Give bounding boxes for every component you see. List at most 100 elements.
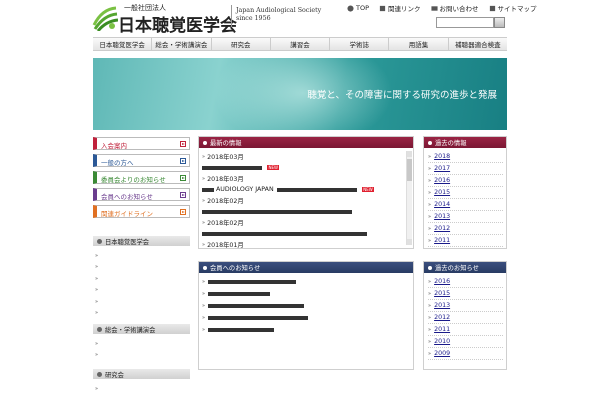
toplink-links[interactable]: 関連リンク (379, 3, 421, 13)
year-link[interactable]: 2012 (434, 225, 450, 232)
sidebar-link[interactable]: » (95, 350, 190, 362)
chevron-right-icon: » (428, 225, 432, 232)
news-title (202, 209, 352, 214)
sidebar-button-label: 入会案内 (101, 142, 127, 150)
chevron-right-icon: » (428, 153, 432, 160)
toplink-contact[interactable]: お問い合わせ (430, 3, 479, 13)
news-scrollbar[interactable] (406, 151, 412, 245)
member-news-item[interactable]: » (202, 288, 407, 300)
scroll-down-icon[interactable] (407, 239, 412, 245)
sidebar-section-society: 日本聴覚医学会 (93, 236, 190, 246)
sidebar-link[interactable]: » (95, 273, 190, 285)
year-item[interactable]: » 2009 (428, 348, 503, 360)
sidebar-link[interactable]: » (95, 308, 190, 320)
year-link[interactable]: 2014 (434, 201, 450, 208)
sidebar-button-guidelines[interactable]: 関連ガイドライン (93, 205, 190, 218)
nav-item-study-group[interactable]: 研究会 (212, 38, 271, 50)
year-link[interactable]: 2015 (434, 290, 450, 297)
scrollbar-thumb[interactable] (407, 159, 412, 181)
member-news-title (208, 292, 271, 296)
sidebar-section-congress: 総会・学術講演会 (93, 324, 190, 334)
chevron-right-icon: » (202, 327, 206, 333)
toplink-sitemap[interactable]: サイトマップ (489, 3, 537, 13)
news-date-text: 2018年03月 (207, 176, 244, 183)
year-link[interactable]: 2015 (434, 189, 450, 196)
sidebar-link[interactable]: » (95, 285, 190, 297)
top-icon (347, 4, 354, 12)
sidebar-section-title: 日本聴覚医学会 (105, 238, 150, 246)
panel-title: 過去のお知らせ (435, 265, 479, 272)
past-notices-panel: 過去のお知らせ » 2016 » 2015 » 2013 » 2012 » 2011 » 2… (423, 261, 507, 370)
news-item[interactable]: AUDIOLOGY JAPAN NEW (202, 184, 407, 195)
sidebar-button-membership[interactable]: 入会案内 (93, 137, 190, 150)
toplink-label: TOP (356, 4, 370, 12)
news-item[interactable]: NEW (202, 162, 407, 173)
year-item[interactable]: » 2017 (428, 163, 503, 175)
sidebar-button-members[interactable]: 会員へのお知らせ (93, 188, 190, 201)
logo-divider (231, 5, 232, 27)
year-item[interactable]: » 2013 (428, 211, 503, 223)
search-button[interactable] (494, 17, 505, 28)
year-item[interactable]: » 2015 (428, 187, 503, 199)
year-item[interactable]: » 2015 (428, 288, 503, 300)
year-item[interactable]: » 2016 (428, 276, 503, 288)
news-item[interactable] (202, 228, 407, 239)
year-item[interactable]: » 2018 (428, 151, 503, 163)
member-news-item[interactable]: » (202, 276, 407, 288)
member-news-item[interactable]: » (202, 324, 407, 336)
nav-item-journal[interactable]: 学術誌 (330, 38, 390, 50)
toplink-top[interactable]: TOP (347, 3, 369, 13)
year-item[interactable]: » 2011 (428, 324, 503, 336)
year-item[interactable]: » 2014 (428, 199, 503, 211)
nav-item-glossary[interactable]: 用語集 (389, 38, 449, 50)
news-date: » 2018年02月 (202, 217, 407, 228)
new-badge: NEW (267, 165, 280, 170)
year-item[interactable]: » 2016 (428, 175, 503, 187)
search-input[interactable] (436, 17, 494, 28)
member-news-item[interactable]: » (202, 312, 407, 324)
site-logo[interactable]: 一般社団法人 日本聴覚医学会 (92, 3, 237, 36)
link-icon (379, 5, 386, 11)
member-news-item[interactable]: » (202, 300, 407, 312)
nav-item-hearing-aid[interactable]: 補聴器適合検査 (449, 38, 507, 50)
year-link[interactable]: 2011 (434, 326, 450, 333)
sidebar-section-study: 研究会 (93, 369, 190, 379)
year-item[interactable]: » 2013 (428, 300, 503, 312)
year-link[interactable]: 2017 (434, 165, 450, 172)
year-link[interactable]: 2012 (434, 314, 450, 321)
sidebar-link[interactable]: » (95, 296, 190, 308)
chevron-right-icon: » (202, 153, 206, 160)
header: 一般社団法人 日本聴覚医学会 Japan Audiological Societ… (0, 0, 600, 36)
news-date-text: 2018年01月 (207, 242, 244, 249)
sidebar-link[interactable]: » (95, 383, 190, 395)
sidebar-button-public[interactable]: 一般の方へ (93, 154, 190, 167)
year-item[interactable]: » 2011 (428, 235, 503, 247)
bullet-icon (97, 238, 102, 244)
sidebar-link[interactable]: » (95, 250, 190, 262)
news-date: » 2018年03月 (202, 173, 407, 184)
year-item[interactable]: » 2012 (428, 223, 503, 235)
year-link[interactable]: 2011 (434, 237, 450, 244)
chevron-right-icon: » (95, 252, 99, 259)
chevron-right-icon: » (95, 287, 99, 294)
scroll-up-icon[interactable] (407, 151, 412, 157)
year-link[interactable]: 2016 (434, 177, 450, 184)
logo-title: 日本聴覚医学会 (118, 16, 237, 36)
sidebar-link[interactable]: » (95, 262, 190, 274)
year-link[interactable]: 2013 (434, 302, 450, 309)
news-item[interactable] (202, 206, 407, 217)
year-link[interactable]: 2009 (434, 350, 450, 357)
year-link[interactable]: 2016 (434, 278, 450, 285)
year-item[interactable]: » 2010 (428, 336, 503, 348)
nav-item-society[interactable]: 日本聴覚医学会 (93, 38, 153, 50)
sidebar-button-committee[interactable]: 委員会よりのお知らせ (93, 171, 190, 184)
nav-item-seminar[interactable]: 講習会 (271, 38, 331, 50)
year-link[interactable]: 2018 (434, 153, 450, 160)
year-link[interactable]: 2013 (434, 213, 450, 220)
sidebar-link[interactable]: » (95, 338, 190, 350)
news-date-text: 2018年02月 (207, 198, 244, 205)
nav-item-congress[interactable]: 総会・学術講演会 (152, 38, 212, 50)
year-link[interactable]: 2010 (434, 338, 450, 345)
panel-header: 最新の情報 (199, 137, 413, 148)
year-item[interactable]: » 2012 (428, 312, 503, 324)
